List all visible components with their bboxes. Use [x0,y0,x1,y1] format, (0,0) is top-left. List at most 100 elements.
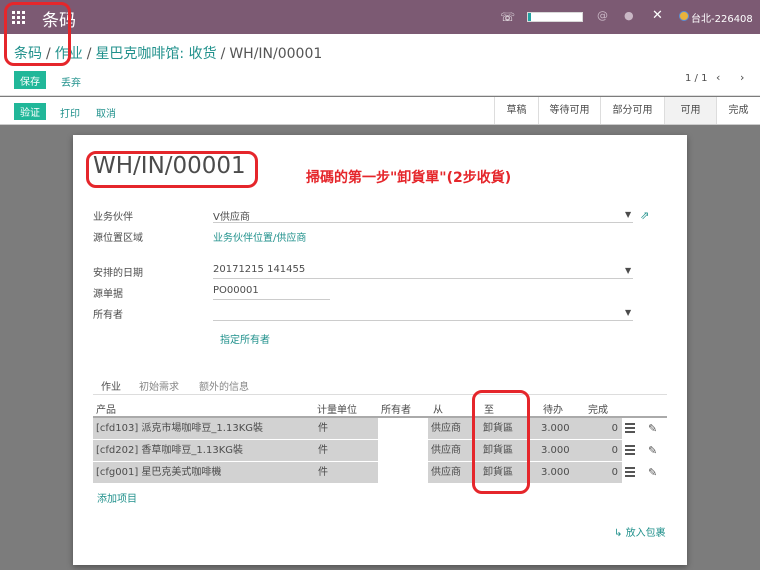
user-avatar[interactable] [679,11,689,21]
annotation-text: 掃碼的第一步"卸貨單"(2步收貨) [306,170,512,186]
product-cell: [cfd202] 香草咖啡豆_1.13KG裝 [93,440,315,461]
column-from[interactable]: 从 [433,401,443,416]
from-cell: 供应商 [428,418,480,439]
pager-previous-icon[interactable]: ‹ [716,71,720,84]
column-owner[interactable]: 所有者 [381,401,411,416]
stage-partially-available[interactable]: 部分可用 [600,97,664,124]
stage-done[interactable]: 完成 [716,97,760,124]
uom-cell: 件 [315,462,378,483]
breadcrumb-separator: / [46,46,51,62]
from-cell: 供应商 [428,462,480,483]
owner-dropdown-icon[interactable]: ▼ [625,308,631,317]
owner-cell [378,462,428,483]
scheduled-date-field[interactable]: 20171215 141455 [213,264,305,275]
from-cell: 供应商 [428,440,480,461]
control-panel: 条码 / 作业 / 星巴克咖啡馆: 收货 / WH/IN/00001 保存 丢弃 1 / 1… [0,34,760,96]
source-location-value[interactable]: 业务伙伴位置/供应商 [213,229,306,244]
uom-cell: 件 [315,440,378,461]
pencil-icon[interactable]: ✎ [648,444,657,457]
tab-initial-demand[interactable]: 初始需求 [139,378,179,393]
print-button[interactable]: 打印 [60,105,80,120]
to-cell: 卸貨區 [480,440,538,461]
to-cell: 卸貨區 [480,418,538,439]
source-location-label: 源位置区域 [93,233,143,244]
cancel-button[interactable]: 取消 [96,105,116,120]
partner-dropdown-icon[interactable]: ▼ [625,210,631,219]
save-button[interactable]: 保存 [14,71,46,89]
table-row[interactable]: [cfg001] 星巴克美式咖啡機 件 供应商 卸貨區 3.000 0 ✎ [93,462,667,484]
source-document-label: 源单据 [93,289,123,300]
chat-icon[interactable]: ● [624,9,634,22]
stage-waiting[interactable]: 等待可用 [538,97,600,124]
column-todo[interactable]: 待办 [543,401,563,416]
notebook-tabs: 作业 初始需求 额外的信息 [93,375,667,395]
top-navbar: 条码 ☏ @ ● ✕ 台北-226408 [0,0,760,34]
partner-field[interactable]: V供应商 [213,208,250,223]
list-icon[interactable] [625,445,635,455]
owner-cell [378,440,428,461]
scheduled-date-dropdown-icon[interactable]: ▼ [625,266,631,275]
owner-cell [378,418,428,439]
form-sheet: WH/IN/00001 掃碼的第一步"卸貨單"(2步收貨) 业务伙伴 V供应商 … [73,135,687,565]
at-icon[interactable]: @ [597,9,608,22]
to-cell: 卸貨區 [480,462,538,483]
breadcrumb-operations[interactable]: 作业 [55,46,83,62]
scheduled-date-underline [213,278,633,279]
stage-draft[interactable]: 草稿 [494,97,538,124]
pager-next-icon[interactable]: › [740,71,744,84]
column-to[interactable]: 至 [484,401,494,416]
list-icon[interactable] [625,467,635,477]
progress-bar [527,12,583,22]
breadcrumb-separator: / [86,46,92,62]
source-document-field[interactable]: PO00001 [213,285,259,296]
assign-owner-button[interactable]: 指定所有者 [220,331,270,346]
column-product[interactable]: 产品 [96,401,116,416]
breadcrumb-receipts[interactable]: 星巴克咖啡馆: 收货 [95,46,216,62]
partner-label: 业务伙伴 [93,212,133,223]
breadcrumb-separator: / [220,46,226,62]
product-cell: [cfg001] 星巴克美式咖啡機 [93,462,315,483]
document-title: WH/IN/00001 [93,153,246,179]
user-menu[interactable]: 台北-226408 [691,10,753,25]
discard-button[interactable]: 丢弃 [61,74,81,89]
pencil-icon[interactable]: ✎ [648,422,657,435]
table-row[interactable]: [cfd202] 香草咖啡豆_1.13KG裝 件 供应商 卸貨區 3.000 0… [93,440,667,462]
done-cell: 0 [584,462,622,483]
pencil-icon[interactable]: ✎ [648,466,657,479]
partner-field-underline [213,222,633,223]
pack-icon: ↳ [614,528,623,539]
todo-cell: 3.000 [538,418,584,439]
apps-grid-icon[interactable] [12,11,25,24]
product-cell: [cfd103] 派克市場咖啡豆_1.13KG裝 [93,418,315,439]
list-icon[interactable] [625,423,635,433]
tab-operations[interactable]: 作业 [101,378,121,393]
owner-field-underline [213,320,633,321]
validate-button[interactable]: 验证 [14,103,46,120]
breadcrumb-current: WH/IN/00001 [229,46,323,62]
progress-fill [528,13,531,21]
table-row[interactable]: [cfd103] 派克市場咖啡豆_1.13KG裝 件 供应商 卸貨區 3.000… [93,418,667,440]
app-title[interactable]: 条码 [42,6,76,31]
put-in-pack-label: 放入包裹 [625,528,666,539]
external-link-icon[interactable]: ⇗ [640,209,649,222]
todo-cell: 3.000 [538,462,584,483]
uom-cell: 件 [315,418,378,439]
breadcrumb: 条码 / 作业 / 星巴克咖啡馆: 收货 / WH/IN/00001 [14,43,322,63]
breadcrumb-barcode[interactable]: 条码 [14,46,42,62]
phone-icon[interactable]: ☏ [500,10,515,24]
tab-additional-info[interactable]: 额外的信息 [199,378,249,393]
pager-value[interactable]: 1 / 1 [685,73,707,84]
put-in-pack-button[interactable]: ↳ 放入包裹 [614,524,666,539]
table-header: 产品 计量单位 所有者 从 至 待办 完成 [93,396,667,418]
todo-cell: 3.000 [538,440,584,461]
done-cell: 0 [584,418,622,439]
done-cell: 0 [584,440,622,461]
scheduled-date-label: 安排的日期 [93,268,143,279]
status-bar: 验证 打印 取消 草稿 等待可用 部分可用 可用 完成 [0,97,760,125]
column-uom[interactable]: 计量单位 [317,401,357,416]
owner-label: 所有者 [93,310,123,321]
column-done[interactable]: 完成 [588,401,608,416]
add-item-link[interactable]: 添加项目 [97,490,137,505]
close-icon[interactable]: ✕ [652,8,663,23]
stage-available[interactable]: 可用 [664,97,716,124]
